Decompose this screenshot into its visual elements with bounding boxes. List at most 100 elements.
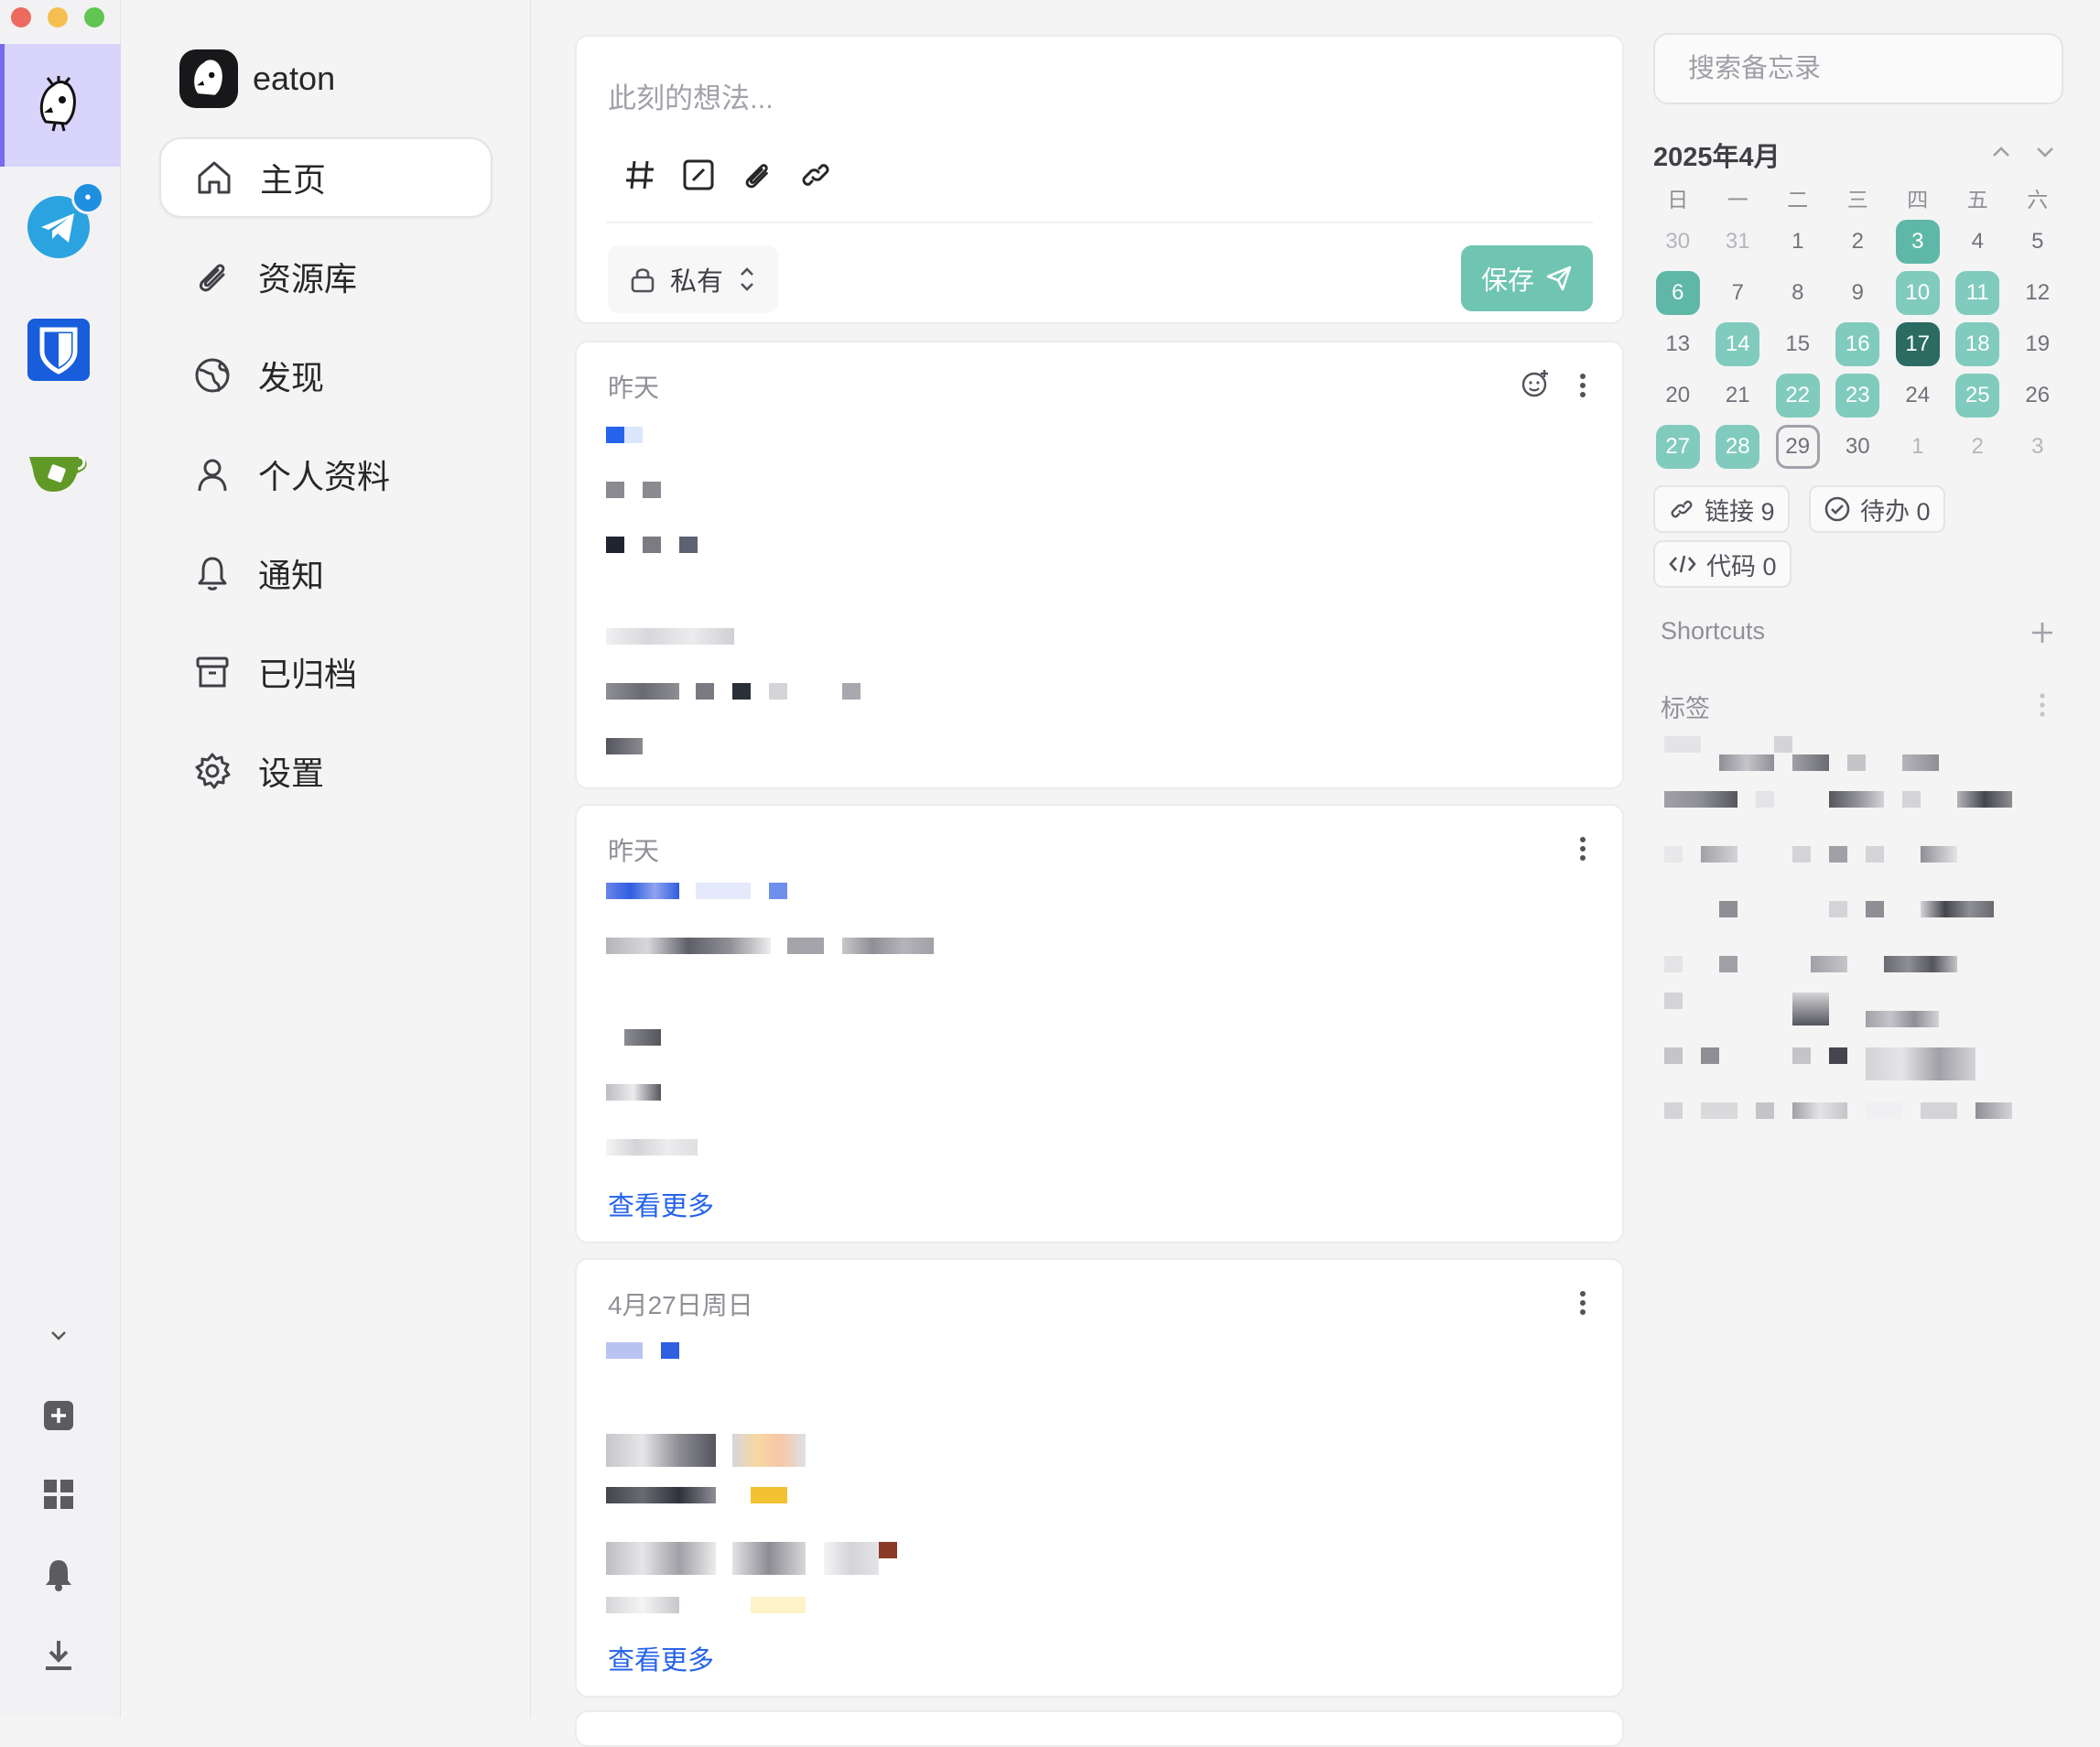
nav-item-explore[interactable]: 发现 <box>159 335 493 416</box>
calendar-day[interactable]: 8 <box>1768 267 1828 319</box>
grid-icon[interactable] <box>42 1478 75 1511</box>
more-vertical-icon[interactable] <box>1578 372 1587 399</box>
zoom-window-button[interactable] <box>84 7 104 27</box>
calendar-day[interactable]: 26 <box>2008 370 2068 421</box>
shortcuts-title: Shortcuts <box>1661 617 1766 645</box>
attachment-icon[interactable] <box>740 157 774 192</box>
calendar-day[interactable]: 5 <box>2008 216 2068 267</box>
calendar-day[interactable]: 1 <box>1768 216 1828 267</box>
calendar-day[interactable]: 12 <box>2008 267 2068 319</box>
chevron-down-icon[interactable] <box>42 1318 75 1351</box>
nav-item-home[interactable]: 主页 <box>159 137 493 218</box>
calendar-day[interactable]: 1 <box>1888 421 1948 472</box>
archive-icon <box>196 656 229 688</box>
calendar-day[interactable]: 2 <box>1948 421 2008 472</box>
calendar-day[interactable]: 31 <box>1708 216 1769 267</box>
memo-editor-input[interactable]: 此刻的想法... <box>608 75 774 116</box>
checkbox-icon[interactable] <box>681 157 716 192</box>
calendar-day-number: 2 <box>1851 229 1864 254</box>
more-vertical-icon[interactable] <box>2038 692 2047 718</box>
nav-label: 主页 <box>260 161 327 199</box>
calendar-day-number: 30 <box>1845 434 1870 459</box>
gitea-icon[interactable] <box>26 439 92 505</box>
nav-item-profile[interactable]: 个人资料 <box>159 434 493 515</box>
memo-editor: 此刻的想法... 私有 保存 <box>575 35 1624 324</box>
calendar-day[interactable]: 17 <box>1888 319 1948 370</box>
calendar-day[interactable]: 29 <box>1768 421 1828 472</box>
calendar-day[interactable]: 14 <box>1708 319 1769 370</box>
username: eaton <box>253 60 336 97</box>
calendar-day[interactable]: 22 <box>1768 370 1828 421</box>
calendar-day[interactable]: 13 <box>1648 319 1708 370</box>
calendar-day[interactable]: 15 <box>1768 319 1828 370</box>
search-input[interactable] <box>1688 53 2033 84</box>
memo-date: 4月27日周日 <box>608 1291 753 1319</box>
calendar-day-number: 21 <box>1725 383 1750 407</box>
see-more-link[interactable]: 查看更多 <box>608 1639 714 1677</box>
chevron-up-icon[interactable] <box>1985 136 2018 168</box>
calendar-day-number: 4 <box>1971 229 1984 254</box>
download-icon[interactable] <box>42 1639 75 1672</box>
nav-item-archived[interactable]: 已归档 <box>159 632 493 712</box>
calendar-day[interactable]: 19 <box>2008 319 2068 370</box>
memos-app-icon[interactable] <box>26 71 92 137</box>
more-vertical-icon[interactable] <box>1578 1289 1587 1317</box>
calendar-day[interactable]: 28 <box>1708 421 1769 472</box>
minimize-window-button[interactable] <box>48 7 68 27</box>
calendar-day[interactable]: 3 <box>2008 421 2068 472</box>
calendar-day[interactable]: 9 <box>1828 267 1889 319</box>
user-brand[interactable]: eaton <box>179 49 335 108</box>
calendar-day[interactable]: 21 <box>1708 370 1769 421</box>
nav-item-resources[interactable]: 资源库 <box>159 236 493 317</box>
nav-label: 资源库 <box>258 260 358 298</box>
calendar-day[interactable]: 18 <box>1948 319 2008 370</box>
calendar-day[interactable]: 30 <box>1648 216 1708 267</box>
visibility-select[interactable]: 私有 <box>608 245 779 313</box>
calendar-day[interactable]: 2 <box>1828 216 1889 267</box>
calendar-day[interactable]: 25 <box>1948 370 2008 421</box>
calendar-day-number: 23 <box>1835 374 1880 418</box>
calendar-day-number: 11 <box>1955 271 2000 315</box>
add-app-icon[interactable] <box>42 1399 75 1432</box>
calendar-day[interactable]: 7 <box>1708 267 1769 319</box>
calendar-day[interactable]: 23 <box>1828 370 1889 421</box>
close-window-button[interactable] <box>11 7 31 27</box>
calendar-day[interactable]: 10 <box>1888 267 1948 319</box>
calendar-day[interactable]: 27 <box>1648 421 1708 472</box>
calendar-day[interactable]: 11 <box>1948 267 2008 319</box>
calendar-day-number: 1 <box>1791 229 1804 254</box>
nav-item-notifications[interactable]: 通知 <box>159 533 493 613</box>
calendar-day[interactable]: 20 <box>1648 370 1708 421</box>
hashtag-icon[interactable] <box>622 157 657 192</box>
calendar-day-number: 6 <box>1655 271 1700 315</box>
add-reaction-icon[interactable] <box>1520 368 1551 399</box>
nav-item-settings[interactable]: 设置 <box>159 731 493 811</box>
links-stat[interactable]: 链接 9 <box>1653 485 1790 533</box>
memo-card: 4月27日周日 查看更多 <box>575 1258 1624 1698</box>
calendar-day-number: 25 <box>1955 374 2000 418</box>
see-more-link[interactable]: 查看更多 <box>608 1185 714 1223</box>
chevron-down-icon[interactable] <box>2029 136 2062 168</box>
calendar-day-number: 7 <box>1731 280 1744 305</box>
save-button[interactable]: 保存 <box>1461 245 1593 311</box>
links-stat-label: 链接 9 <box>1705 497 1775 526</box>
nav-label: 设置 <box>258 754 325 792</box>
link-icon[interactable] <box>798 157 833 192</box>
add-shortcut-icon[interactable] <box>2029 619 2056 646</box>
memo-date: 昨天 <box>608 374 660 402</box>
bell-icon[interactable] <box>42 1558 75 1591</box>
todos-stat[interactable]: 待办 0 <box>1809 485 1945 533</box>
calendar-day[interactable]: 3 <box>1888 216 1948 267</box>
calendar-day[interactable]: 24 <box>1888 370 1948 421</box>
visibility-value: 私有 <box>670 267 724 297</box>
calendar-weekday: 二 <box>1787 188 1809 212</box>
bitwarden-icon[interactable] <box>26 317 92 383</box>
calendar-day[interactable]: 16 <box>1828 319 1889 370</box>
calendar-weekday: 三 <box>1846 188 1868 212</box>
more-vertical-icon[interactable] <box>1578 835 1587 863</box>
code-stat[interactable]: 代码 0 <box>1653 540 1791 588</box>
user-icon <box>198 459 227 492</box>
calendar-day[interactable]: 30 <box>1828 421 1889 472</box>
calendar-day[interactable]: 6 <box>1648 267 1708 319</box>
calendar-day[interactable]: 4 <box>1948 216 2008 267</box>
